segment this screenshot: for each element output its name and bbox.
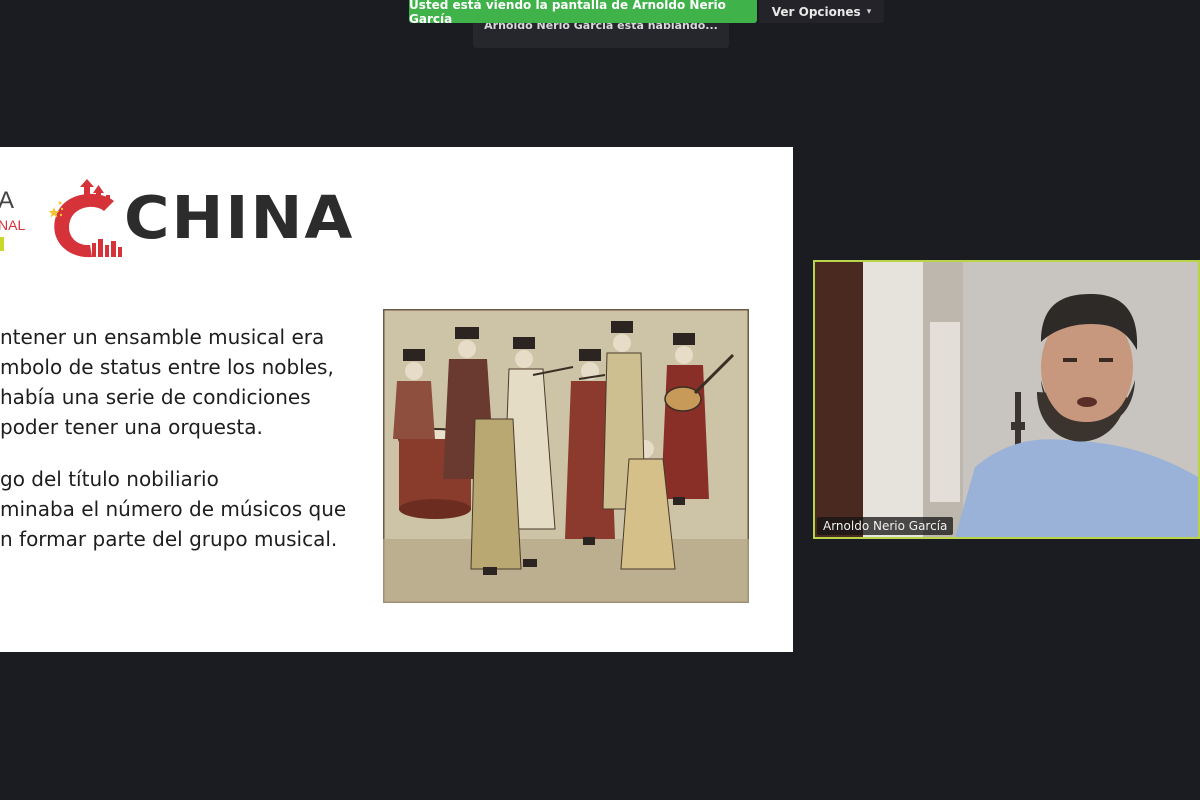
text-line: n formar parte del grupo musical. [0,527,338,551]
shared-slide: A NAL CHINA ntener un ensamble musical e… [0,147,793,652]
slide-body-text: ntener un ensamble musical era mbolo de … [0,322,370,576]
text-line: go del título nobiliario [0,467,219,491]
text-line: poder tener una orquesta. [0,415,263,439]
china-title: CHINA [124,182,355,253]
brand-suffix: NAL [0,217,26,233]
slide-paragraph-2: go del título nobiliario minaba el númer… [0,464,370,554]
brand-letter: A [0,187,15,214]
meeting-screen: Arnoldo Nerio García está hablando... Us… [0,0,1200,800]
view-options-label: Ver Opciones [771,4,861,19]
slide-paragraph-1: ntener un ensamble musical era mbolo de … [0,322,370,442]
participant-video-tile[interactable]: Arnoldo Nerio García [813,260,1200,539]
text-line: minaba el número de músicos que [0,497,347,521]
view-options-button[interactable]: Ver Opciones ▾ [759,0,884,23]
brand-accent [0,237,4,251]
musicians-painting-image [383,309,749,603]
text-line: había una serie de condiciones [0,385,311,409]
brand-logo-partial: A NAL [0,187,30,251]
screen-share-banner: Usted está viendo la pantalla de Arnoldo… [409,0,757,26]
participant-name-label: Arnoldo Nerio García [817,517,954,535]
chevron-down-icon: ▾ [866,6,872,17]
text-line: mbolo de status entre los nobles, [0,355,334,379]
text-line: ntener un ensamble musical era [0,325,325,349]
participant-video-feed [815,262,1198,537]
china-skyline-logo-icon [48,179,122,258]
